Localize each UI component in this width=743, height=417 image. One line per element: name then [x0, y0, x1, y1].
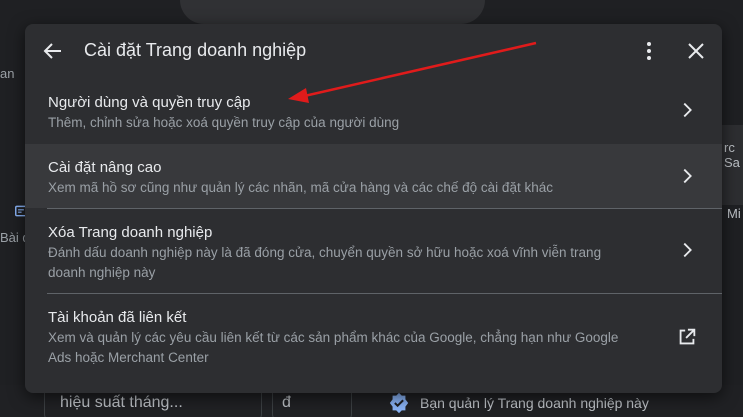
background-field-1-text: hiệu suất tháng...: [60, 394, 183, 411]
chevron-right-icon: [683, 168, 692, 184]
settings-item-title: Xóa Trang doanh nghiệp: [48, 224, 213, 241]
chevron-right-icon: [683, 102, 692, 118]
settings-item-title: Người dùng và quyền truy cập: [48, 94, 251, 111]
open-in-new-icon: [679, 328, 696, 345]
background-search-bar: [180, 0, 485, 24]
chevron-right-icon: [683, 242, 692, 258]
settings-item-description: Thêm, chỉnh sửa hoặc xoá quyền truy cập …: [48, 115, 400, 130]
background-left-label: an: [0, 66, 15, 81]
settings-item-description: Đánh dấu doanh nghiệp này là đã đóng cửa…: [48, 245, 602, 280]
settings-item-linked-accounts[interactable]: Tài khoản đã liên kết Xem và quản lý các…: [25, 294, 722, 384]
dialog-header: Cài đặt Trang doanh nghiệp: [25, 24, 722, 78]
verified-text: Bạn quản lý Trang doanh nghiệp này: [420, 395, 649, 411]
background-right-label: rc Sa: [724, 140, 740, 170]
settings-item-delete-business[interactable]: Xóa Trang doanh nghiệp Đánh dấu doanh ng…: [25, 209, 722, 293]
back-arrow-icon[interactable]: [41, 39, 65, 63]
background-right-label-2: Mi: [727, 206, 741, 221]
settings-item-description: Xem và quản lý các yêu cầu liên kết từ c…: [48, 330, 619, 365]
settings-item-users-access[interactable]: Người dùng và quyền truy cập Thêm, chỉnh…: [25, 78, 722, 144]
settings-item-advanced[interactable]: Cài đặt nâng cao Xem mã hồ sơ cũng như q…: [25, 144, 722, 208]
close-icon[interactable]: [684, 39, 708, 63]
settings-item-description: Xem mã hồ sơ cũng như quản lý các nhãn, …: [48, 180, 553, 195]
settings-item-title: Tài khoản đã liên kết: [48, 309, 187, 326]
dialog-title: Cài đặt Trang doanh nghiệp: [84, 40, 307, 60]
more-vert-icon[interactable]: [637, 39, 661, 63]
background-field-2-text: đ: [282, 394, 291, 411]
settings-item-title: Cài đặt nâng cao: [48, 159, 162, 176]
verified-badge-icon: [389, 392, 409, 414]
business-settings-dialog: Cài đặt Trang doanh nghiệp Người dùng và…: [25, 24, 722, 393]
